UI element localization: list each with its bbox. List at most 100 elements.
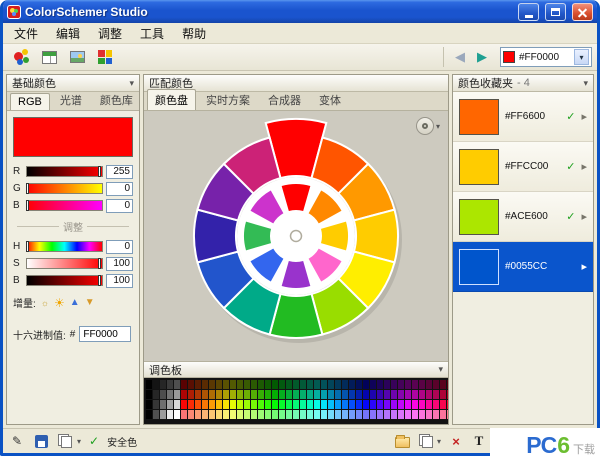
copy-button[interactable] [57, 433, 73, 449]
palette-cell[interactable] [342, 410, 348, 419]
palette-cell[interactable] [377, 400, 383, 409]
palette-cell[interactable] [153, 410, 159, 419]
palette-cell[interactable] [307, 400, 313, 409]
palette-cell[interactable] [440, 380, 446, 389]
palette-cell[interactable] [307, 390, 313, 399]
slider-thumb[interactable] [98, 166, 101, 177]
palette-cell[interactable] [230, 390, 236, 399]
favorite-item-1[interactable]: #FF6600✓▸ [453, 92, 593, 142]
palette-cell[interactable] [146, 380, 152, 389]
palette-cell[interactable] [202, 410, 208, 419]
palette-cell[interactable] [272, 380, 278, 389]
palette-cell[interactable] [426, 410, 432, 419]
palette-cell[interactable] [384, 380, 390, 389]
palette-cell[interactable] [342, 380, 348, 389]
palette-cell[interactable] [328, 380, 334, 389]
palette-cell[interactable] [181, 410, 187, 419]
palette-cell[interactable] [160, 380, 166, 389]
title-bar[interactable]: ColorSchemer Studio [3, 0, 597, 23]
palette-cell[interactable] [244, 400, 250, 409]
palette-cell[interactable] [335, 390, 341, 399]
palette-cell[interactable] [167, 400, 173, 409]
current-color-combo[interactable]: #FF0000 ▾ [500, 47, 592, 67]
palette-cell[interactable] [391, 380, 397, 389]
palette-cell[interactable] [272, 390, 278, 399]
palette-cell[interactable] [300, 410, 306, 419]
copy-favorites-button[interactable] [418, 433, 434, 449]
palette-cell[interactable] [167, 380, 173, 389]
palette-cell[interactable] [335, 410, 341, 419]
palette-cell[interactable] [342, 390, 348, 399]
tab-颜色库[interactable]: 颜色库 [92, 89, 141, 110]
palette-cell[interactable] [447, 410, 448, 419]
palette-cell[interactable] [195, 400, 201, 409]
minimize-button[interactable] [518, 3, 539, 21]
palette-cell[interactable] [405, 390, 411, 399]
palette-cell[interactable] [209, 390, 215, 399]
palette-cell[interactable] [251, 400, 257, 409]
palette-cell[interactable] [328, 400, 334, 409]
scheme-browser-button[interactable] [36, 46, 62, 69]
palette-cell[interactable] [251, 380, 257, 389]
slider-thumb[interactable] [26, 200, 29, 211]
palette-cell[interactable] [356, 380, 362, 389]
palette-cell[interactable] [153, 400, 159, 409]
palette-cell[interactable] [412, 380, 418, 389]
tab-合成器[interactable]: 合成器 [260, 89, 309, 110]
panel-menu-button[interactable]: ▾ [129, 78, 134, 89]
palette-cell[interactable] [209, 380, 215, 389]
palette-cell[interactable] [370, 410, 376, 419]
delete-button[interactable]: × [448, 433, 464, 449]
open-folder-button[interactable] [395, 433, 411, 449]
palette-cell[interactable] [349, 390, 355, 399]
increment-down-icon[interactable]: ▼ [85, 297, 95, 308]
palette-cell[interactable] [181, 400, 187, 409]
palette-cell[interactable] [419, 400, 425, 409]
palette-cell[interactable] [230, 410, 236, 419]
maximize-button[interactable] [545, 3, 566, 21]
palette-cell[interactable] [349, 410, 355, 419]
palette-cell[interactable] [223, 390, 229, 399]
palette-cell[interactable] [244, 380, 250, 389]
palette-cell[interactable] [223, 410, 229, 419]
palette-cell[interactable] [293, 400, 299, 409]
arrow-right-icon[interactable]: ▸ [581, 160, 587, 173]
palette-cell[interactable] [447, 380, 448, 389]
palette-cell[interactable] [370, 390, 376, 399]
palette-cell[interactable] [230, 400, 236, 409]
palette-cell[interactable] [384, 400, 390, 409]
slider-thumb[interactable] [98, 258, 101, 269]
palette-cell[interactable] [384, 410, 390, 419]
palette-cell[interactable] [405, 400, 411, 409]
palette-cell[interactable] [160, 390, 166, 399]
color-wheel[interactable] [171, 111, 421, 361]
palette-cell[interactable] [447, 400, 448, 409]
palette-cell[interactable] [363, 400, 369, 409]
palette-cell[interactable] [237, 400, 243, 409]
photo-schemer-button[interactable] [64, 46, 90, 69]
palette-cell[interactable] [433, 400, 439, 409]
palette-cell[interactable] [202, 390, 208, 399]
hsb-H-slider-track[interactable] [26, 241, 103, 252]
palette-cell[interactable] [286, 410, 292, 419]
palette-cell[interactable] [237, 410, 243, 419]
palette-cell[interactable] [237, 390, 243, 399]
palette-cell[interactable] [391, 390, 397, 399]
palette-cell[interactable] [293, 410, 299, 419]
menu-item-编辑[interactable]: 编辑 [47, 23, 89, 44]
palette-cell[interactable] [188, 400, 194, 409]
tab-光谱[interactable]: 光谱 [52, 89, 90, 110]
palette-cell[interactable] [223, 380, 229, 389]
palette-cell[interactable] [328, 410, 334, 419]
palette-cell[interactable] [314, 380, 320, 389]
palette-cell[interactable] [174, 410, 180, 419]
palette-cell[interactable] [419, 380, 425, 389]
palette-cell[interactable] [258, 410, 264, 419]
palette-cell[interactable] [321, 410, 327, 419]
palette-cell[interactable] [363, 410, 369, 419]
edit-button[interactable]: ✎ [9, 433, 25, 449]
palette-cell[interactable] [342, 400, 348, 409]
palette-cell[interactable] [412, 400, 418, 409]
palette-cell[interactable] [426, 390, 432, 399]
palette-cell[interactable] [314, 400, 320, 409]
